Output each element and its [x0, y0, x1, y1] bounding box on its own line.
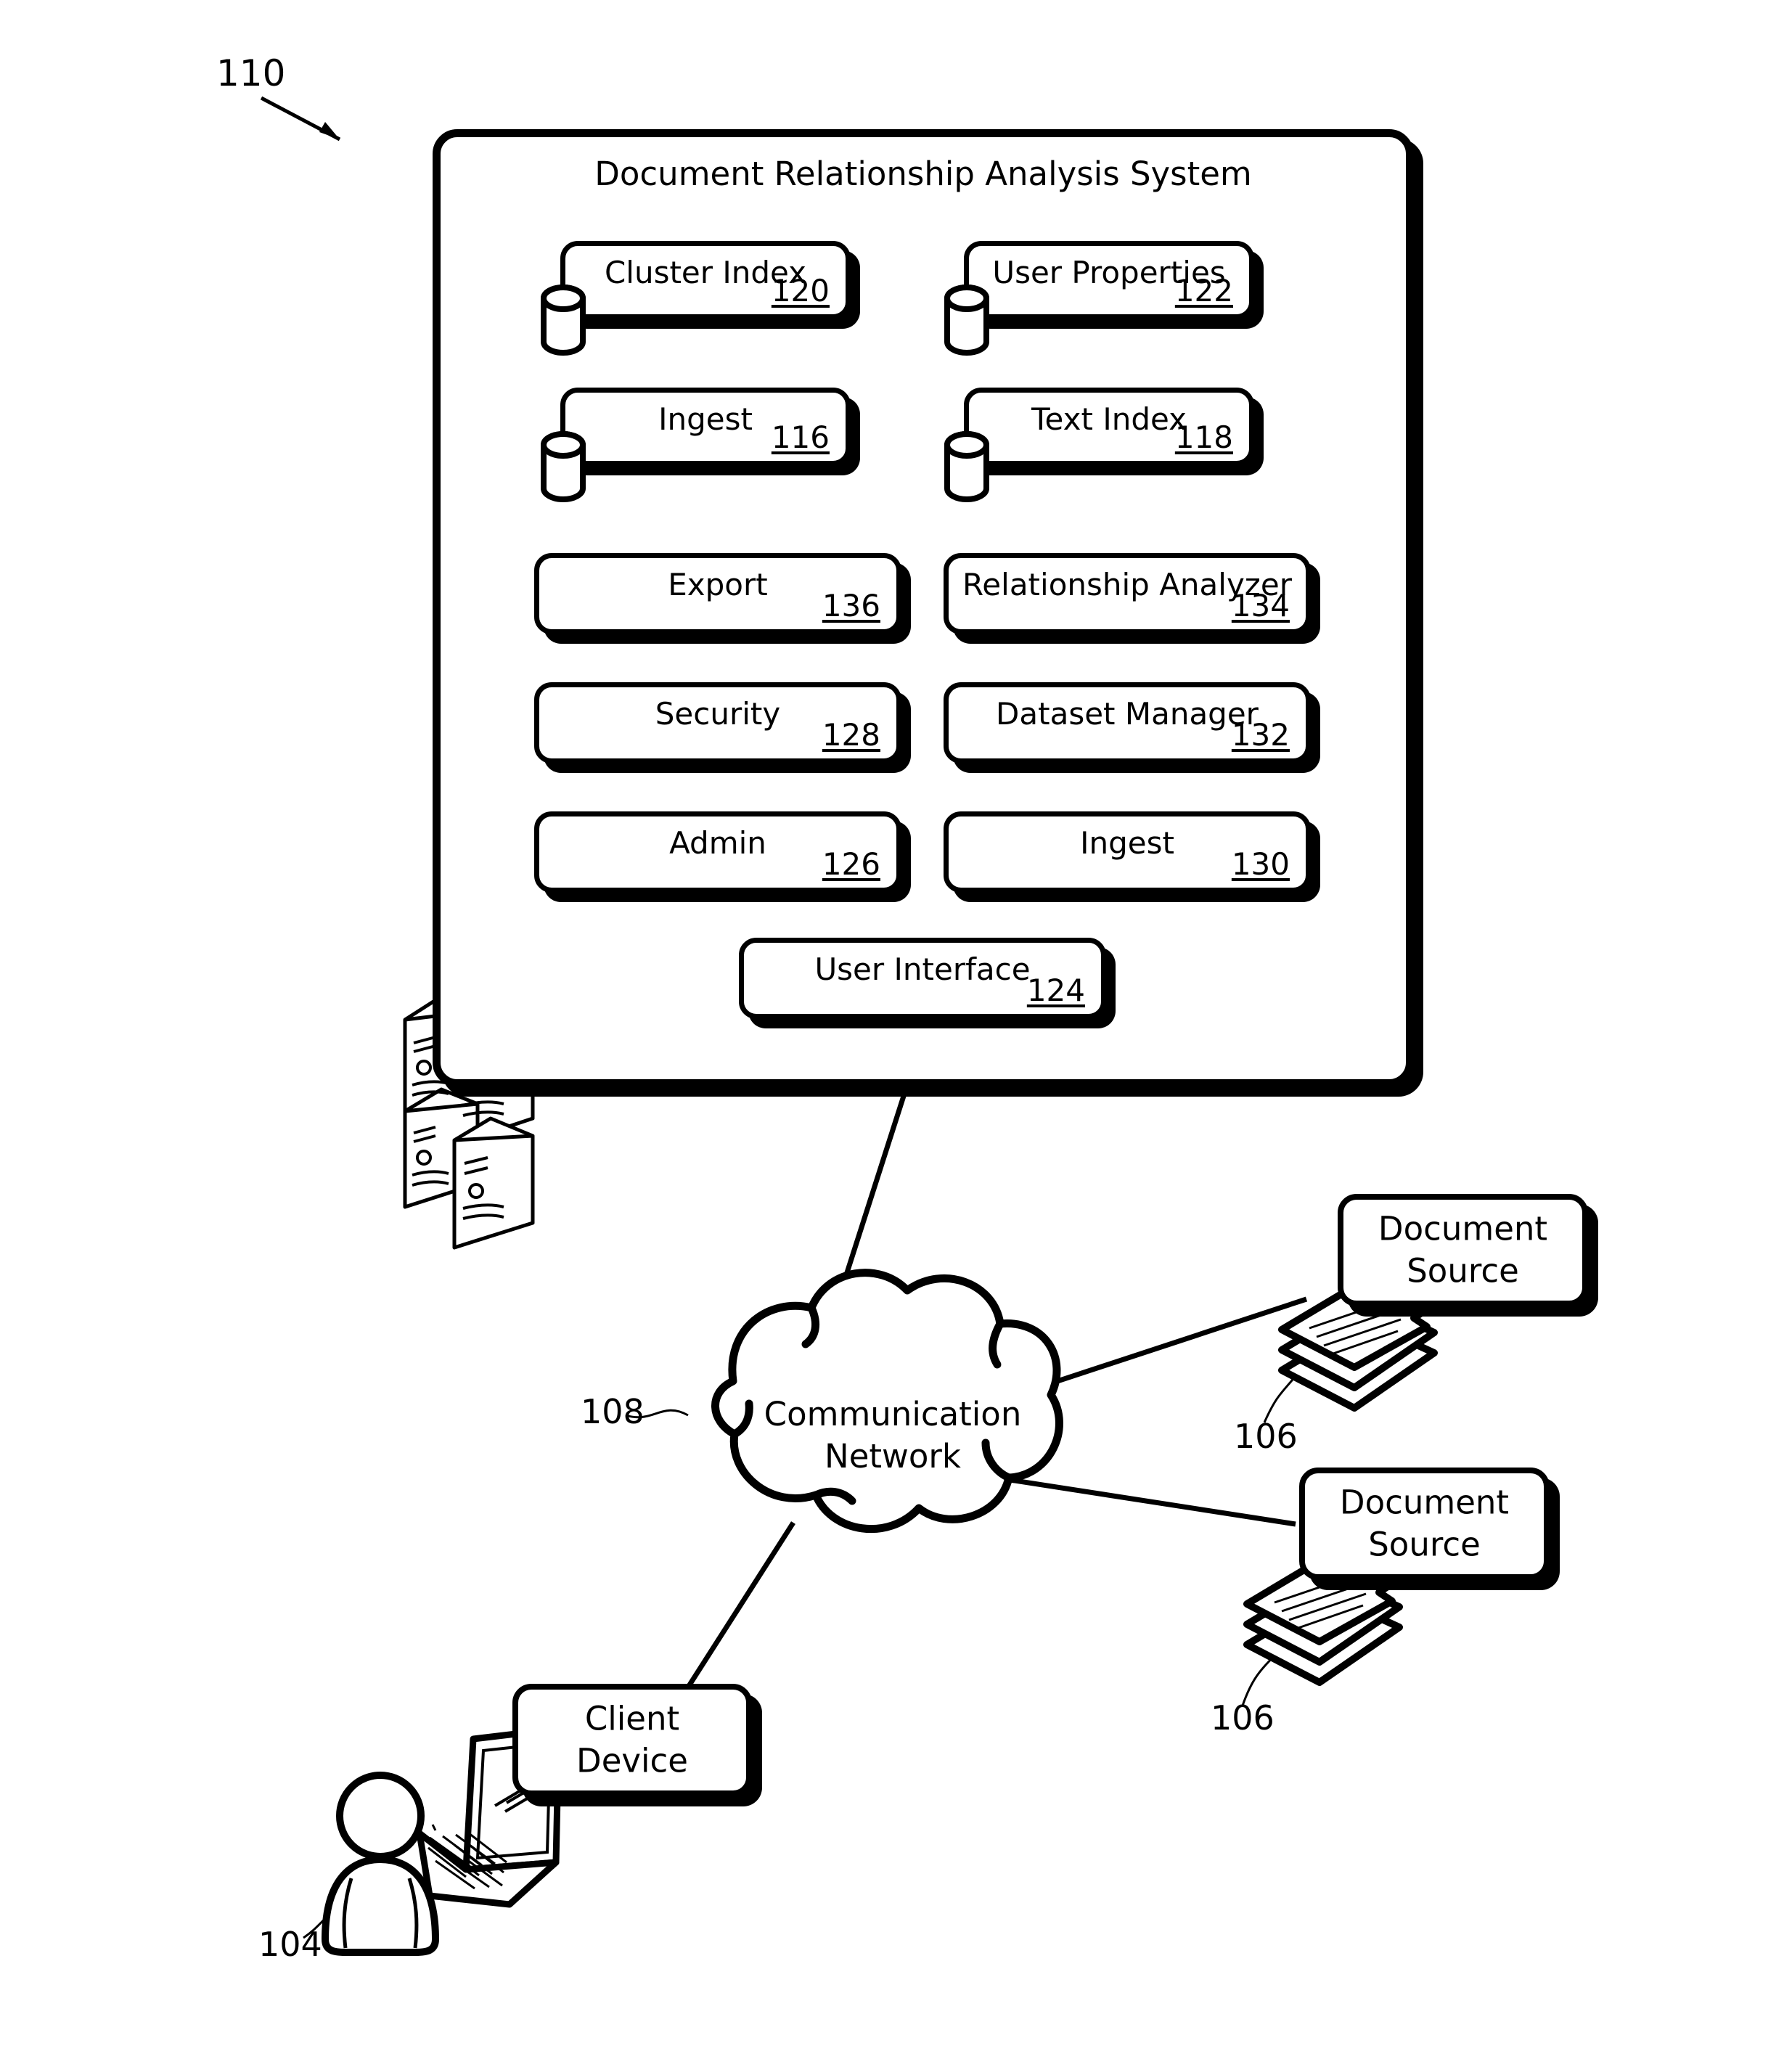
client-device-label: Client Device — [524, 1698, 740, 1782]
connector-system-to-network — [810, 1090, 908, 1380]
connector-network-to-docsource-1 — [997, 1296, 1308, 1404]
component-dataset-manager[interactable]: Dataset Manager 132 — [944, 682, 1311, 764]
communication-network-label: Communication Network — [697, 1393, 1089, 1477]
figure-ref-arrow-110 — [260, 96, 341, 142]
document-source-label-line1: Document — [1378, 1209, 1548, 1248]
component-reference-number: 130 — [1231, 846, 1290, 882]
patent-figure: 110 Document Relationship Analysis Syste… — [0, 0, 1792, 2067]
component-reference-number: 132 — [1231, 717, 1290, 753]
component-admin[interactable]: Admin 126 — [534, 811, 901, 893]
document-source-label-line2: Source — [1407, 1251, 1519, 1290]
component-reference-number: 120 — [771, 273, 830, 308]
component-reference-number: 136 — [822, 588, 880, 623]
component-reference-number: 118 — [1174, 419, 1233, 455]
document-source-label-line2: Source — [1368, 1525, 1481, 1564]
document-source-label: Document Source — [1311, 1481, 1538, 1566]
page-title: Document Relationship Analysis System — [594, 155, 1252, 193]
component-reference-number: 126 — [822, 846, 880, 882]
network-label-line2: Network — [825, 1436, 961, 1475]
component-ingest-116[interactable]: Ingest 116 — [541, 388, 851, 502]
node-document-source-1[interactable]: Document Source — [1338, 1194, 1588, 1306]
reference-number-106-lower: 106 — [1211, 1698, 1275, 1737]
connector-network-to-client — [676, 1521, 795, 1703]
leader-line-106-lower — [1241, 1650, 1280, 1706]
client-device-label-line1: Client — [584, 1699, 680, 1737]
component-ingest-130[interactable]: Ingest 130 — [944, 811, 1311, 893]
component-reference-number: 128 — [822, 717, 880, 753]
component-cluster-index[interactable]: Cluster Index 120 — [541, 241, 851, 356]
document-source-label: Document Source — [1349, 1208, 1576, 1293]
person-icon — [322, 1772, 439, 1956]
component-reference-number: 122 — [1174, 273, 1233, 308]
node-document-source-2[interactable]: Document Source — [1299, 1468, 1550, 1580]
component-text-index[interactable]: Text Index 118 — [944, 388, 1254, 502]
node-client-device[interactable]: Client Device — [512, 1684, 752, 1796]
component-reference-number: 124 — [1026, 973, 1085, 1008]
client-device-label-line2: Device — [576, 1741, 688, 1780]
network-label-line1: Communication — [764, 1395, 1022, 1433]
figure-reference-110: 110 — [216, 52, 286, 94]
database-cylinder-icon — [944, 431, 989, 502]
reference-number-106-upper: 106 — [1234, 1417, 1298, 1456]
component-reference-number: 134 — [1231, 588, 1290, 623]
document-source-label-line1: Document — [1339, 1483, 1510, 1521]
component-reference-number: 116 — [771, 419, 830, 455]
component-security[interactable]: Security 128 — [534, 682, 901, 764]
database-cylinder-icon — [541, 285, 586, 356]
reference-number-104: 104 — [258, 1925, 322, 1964]
component-relationship-analyzer[interactable]: Relationship Analyzer 134 — [944, 553, 1311, 634]
leader-line-106-upper — [1263, 1371, 1301, 1423]
component-user-properties[interactable]: User Properties 122 — [944, 241, 1254, 356]
component-user-interface[interactable]: User Interface 124 — [739, 938, 1106, 1019]
database-cylinder-icon — [944, 285, 989, 356]
database-cylinder-icon — [541, 431, 586, 502]
component-export[interactable]: Export 136 — [534, 553, 901, 634]
reference-number-108: 108 — [581, 1392, 645, 1431]
connector-network-to-docsource-2 — [995, 1475, 1296, 1527]
